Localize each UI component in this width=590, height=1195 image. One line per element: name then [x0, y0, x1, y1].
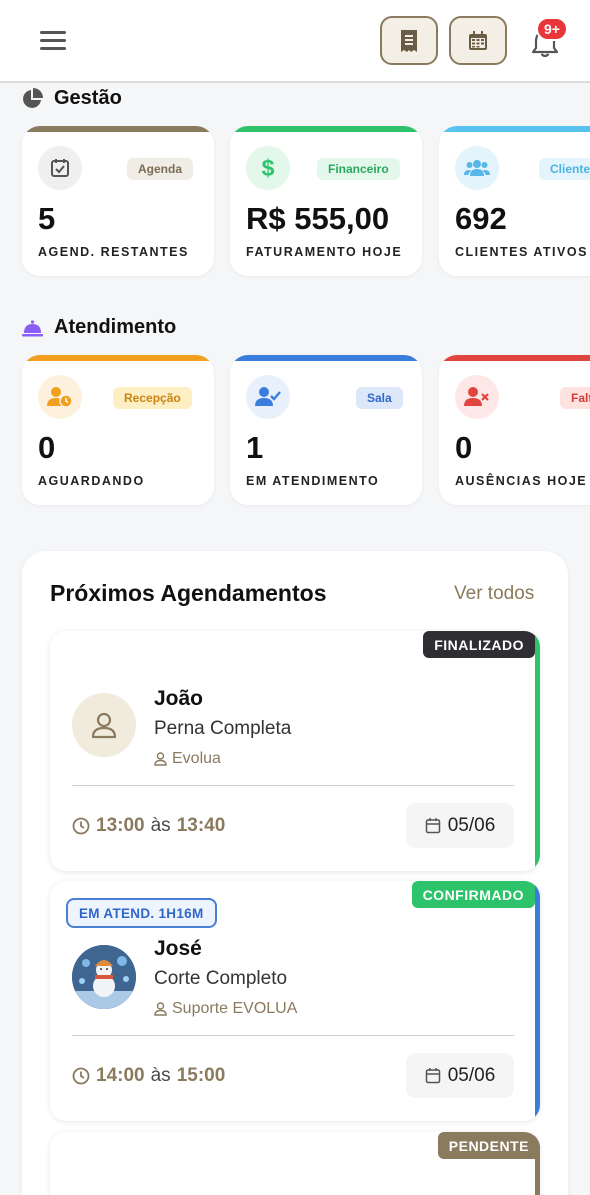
appointment-card[interactable]: PENDENTE [50, 1132, 540, 1195]
notification-badge: 9+ [536, 17, 568, 41]
stat-card-clientes[interactable]: Clientes 692 CLIENTES ATIVOS [439, 126, 590, 276]
stat-card-financeiro[interactable]: $ Financeiro R$ 555,00 FATURAMENTO HOJE [230, 126, 422, 276]
snowman-avatar-image [72, 945, 136, 1009]
avatar [72, 693, 136, 757]
status-badge: CONFIRMADO [411, 881, 535, 908]
appointment-date: 05/06 [447, 1064, 496, 1086]
card-label: EM ATENDIMENTO [246, 474, 380, 488]
status-badge: PENDENTE [437, 1132, 540, 1159]
receipt-button[interactable] [380, 16, 438, 65]
users-icon [455, 146, 499, 190]
card-tag: Sala [356, 387, 403, 409]
stat-card-sala[interactable]: Sala 1 EM ATENDIMENTO [230, 355, 422, 505]
stat-card-recepcao[interactable]: Recepção 0 AGUARDANDO [22, 355, 214, 505]
date-chip: 05/06 [406, 803, 514, 848]
calendar-outline-icon [425, 1068, 440, 1084]
dollar-icon: $ [246, 146, 290, 190]
card-label: FATURAMENTO HOJE [246, 245, 403, 259]
card-value: 0 [455, 430, 473, 465]
receipt-icon [401, 29, 417, 52]
appointment-date: 05/06 [447, 814, 496, 836]
client-name: João [154, 687, 204, 710]
user-icon [91, 712, 117, 739]
service-bell-icon [22, 319, 43, 336]
card-label: AGUARDANDO [38, 474, 145, 488]
card-tag: Clientes [539, 158, 590, 180]
card-accent-bar [22, 126, 214, 132]
appointments-title: Próximos Agendamentos [50, 580, 327, 606]
divider [72, 785, 514, 786]
user-x-icon [455, 375, 499, 419]
clock-icon [72, 817, 90, 835]
card-value: R$ 555,00 [246, 201, 390, 236]
card-tag: Faltas [560, 387, 590, 409]
time-range: 13:00 às 13:40 [72, 815, 225, 837]
user-outline-icon [154, 752, 167, 766]
client-name: José [154, 937, 202, 960]
card-tag: Financeiro [317, 158, 400, 180]
hamburger-menu-icon[interactable] [40, 31, 66, 51]
top-bar: 9+ [0, 0, 590, 83]
service-name: Perna Completa [154, 718, 292, 739]
professional: Evolua [154, 750, 221, 768]
status-badge: FINALIZADO [423, 631, 535, 658]
card-value: 0 [38, 430, 56, 465]
time-range: 14:00 às 15:00 [72, 1065, 225, 1087]
card-value: 692 [455, 201, 507, 236]
card-value: 5 [38, 201, 56, 236]
card-accent-bar [230, 355, 422, 361]
card-accent-bar [230, 126, 422, 132]
appointment-card[interactable]: FINALIZADO João Perna Completa Evolua 13… [50, 631, 540, 871]
user-check-icon [246, 375, 290, 419]
calendar-outline-icon [425, 818, 440, 834]
clock-icon [72, 1067, 90, 1085]
stat-card-faltas[interactable]: Faltas 0 AUSÊNCIAS HOJE [439, 355, 590, 505]
start-time: 13:00 [96, 815, 145, 836]
appointment-card[interactable]: CONFIRMADO EM ATEND. 1H16M José Corte Co… [50, 881, 540, 1121]
pie-chart-icon [23, 88, 43, 108]
stat-card-agenda[interactable]: Agenda 5 AGEND. RESTANTES [22, 126, 214, 276]
calendar-button[interactable] [449, 16, 507, 65]
card-label: AUSÊNCIAS HOJE [455, 474, 588, 488]
date-chip: 05/06 [406, 1053, 514, 1098]
end-time: 15:00 [176, 1065, 226, 1086]
section-title-text: Atendimento [54, 316, 177, 338]
calendar-icon [469, 30, 487, 50]
avatar-photo [72, 945, 136, 1009]
in-progress-badge: EM ATEND. 1H16M [66, 898, 217, 928]
user-clock-icon [38, 375, 82, 419]
professional-name: Evolua [172, 750, 221, 767]
card-label: AGEND. RESTANTES [38, 245, 189, 259]
user-outline-icon [154, 1002, 167, 1016]
status-edge [535, 631, 540, 871]
card-accent-bar [22, 355, 214, 361]
card-accent-bar [439, 126, 590, 132]
time-separator: às [150, 1065, 171, 1086]
time-separator: às [150, 815, 171, 836]
section-title-gestao: Gestão [22, 87, 122, 110]
section-title-atendimento: Atendimento [22, 316, 176, 339]
card-accent-bar [439, 355, 590, 361]
card-tag: Agenda [127, 158, 194, 180]
start-time: 14:00 [96, 1065, 145, 1086]
card-label: CLIENTES ATIVOS [455, 245, 588, 259]
service-name: Corte Completo [154, 968, 288, 989]
section-title-text: Gestão [54, 87, 122, 109]
status-edge [535, 881, 540, 1121]
end-time: 13:40 [176, 815, 226, 836]
see-all-link[interactable]: Ver todos [454, 583, 534, 605]
divider [72, 1035, 514, 1036]
card-tag: Recepção [113, 387, 192, 409]
calendar-check-icon [38, 146, 82, 190]
professional-name: Suporte EVOLUA [172, 1000, 298, 1017]
professional: Suporte EVOLUA [154, 1000, 297, 1018]
card-value: 1 [246, 430, 264, 465]
